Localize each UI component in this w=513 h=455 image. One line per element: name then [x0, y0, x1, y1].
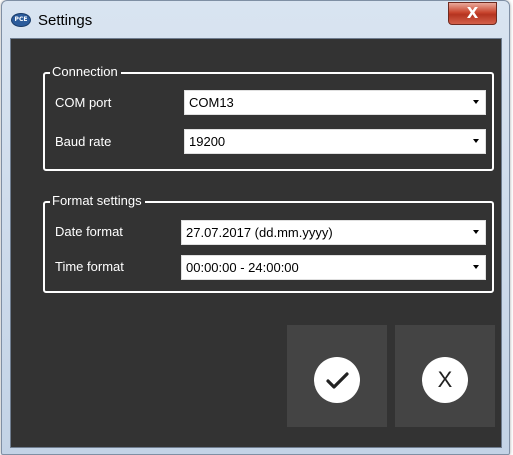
baud-rate-label: Baud rate — [55, 134, 112, 149]
com-port-label: COM port — [55, 95, 112, 110]
date-format-value: 27.07.2017 (dd.mm.yyyy) — [186, 225, 333, 240]
close-icon: X — [466, 4, 479, 22]
com-port-select[interactable]: COM13 — [184, 90, 486, 115]
baud-rate-select[interactable]: 19200 — [184, 129, 486, 154]
format-settings-group: Format settings Date format 27.07.2017 (… — [43, 193, 494, 293]
app-icon: PCE — [11, 13, 31, 27]
chevron-down-icon — [473, 100, 479, 104]
date-format-label: Date format — [55, 224, 123, 239]
connection-group-title: Connection — [50, 64, 121, 80]
time-format-value: 00:00:00 - 24:00:00 — [186, 260, 299, 275]
checkmark-icon — [314, 357, 360, 403]
window-title: Settings — [38, 12, 93, 29]
cancel-x-glyph: X — [437, 367, 453, 392]
baud-rate-value: 19200 — [189, 134, 226, 149]
com-port-value: COM13 — [189, 95, 234, 110]
chevron-down-icon — [473, 139, 479, 143]
cancel-button[interactable]: X — [395, 325, 495, 427]
chevron-down-icon — [473, 230, 479, 234]
dialog-body: Connection COM port COM13 Baud rate 1920… — [10, 38, 502, 448]
title-bar[interactable]: PCE Settings X — [2, 1, 509, 39]
time-format-select[interactable]: 00:00:00 - 24:00:00 — [181, 255, 486, 280]
time-format-label: Time format — [55, 259, 124, 274]
chevron-down-icon — [473, 265, 479, 269]
cancel-x-icon: X — [422, 357, 468, 403]
date-format-select[interactable]: 27.07.2017 (dd.mm.yyyy) — [181, 220, 486, 245]
ok-button[interactable] — [287, 325, 387, 427]
format-settings-group-title: Format settings — [50, 193, 145, 209]
settings-window: PCE Settings X Connection COM port COM13… — [1, 0, 510, 455]
connection-group: Connection COM port COM13 Baud rate 1920… — [43, 64, 494, 171]
close-window-button[interactable]: X — [448, 2, 497, 25]
